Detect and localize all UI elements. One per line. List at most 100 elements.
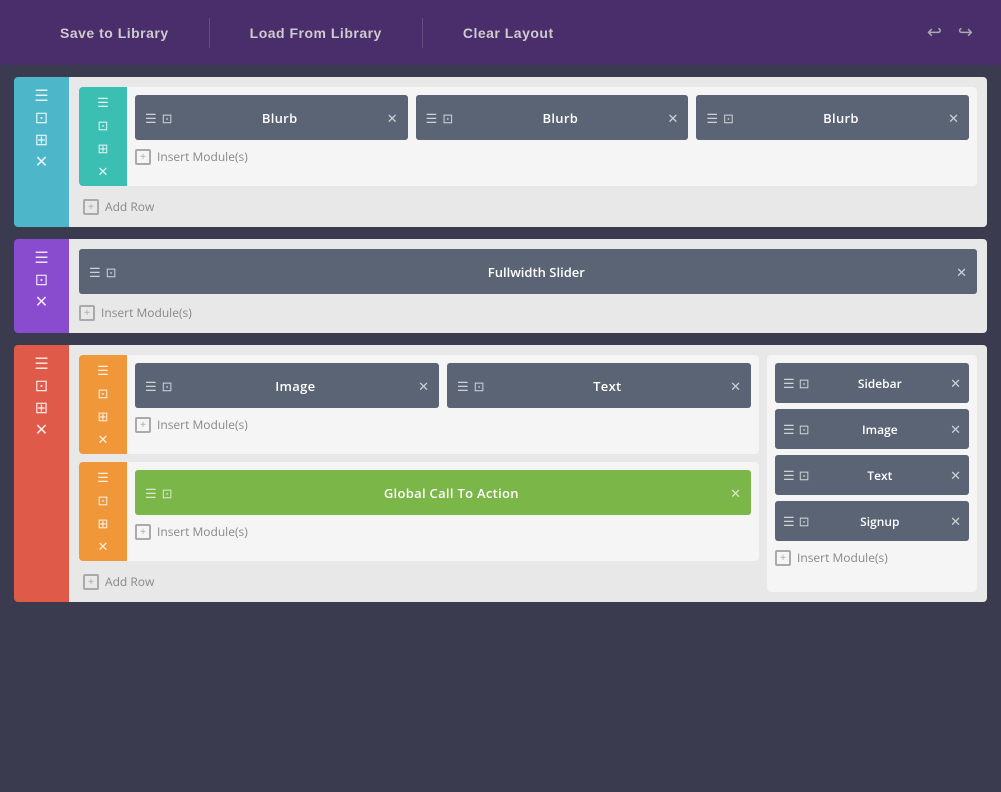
- section-3-left: ☰ ⊡ ⊞ ✕ ☰ ⊡: [79, 355, 759, 592]
- redo-button[interactable]: ↪: [950, 0, 981, 65]
- blurb-module-3[interactable]: ☰ ⊡ Blurb ✕: [696, 95, 969, 140]
- toolbar: Save to Library Load From Library Clear …: [0, 0, 1001, 65]
- blurb-2-layout-icon: ⊡: [442, 109, 453, 127]
- row-3b-layout-icon[interactable]: ⊡: [98, 491, 109, 509]
- undo-button[interactable]: ↩: [919, 0, 950, 65]
- signup-menu-icon: ☰: [783, 512, 795, 530]
- right-text-layout-icon: ⊡: [799, 466, 810, 484]
- row-1-menu-icon[interactable]: ☰: [97, 93, 109, 111]
- section-1-close-icon[interactable]: ✕: [35, 153, 48, 169]
- section-3-close-icon[interactable]: ✕: [35, 421, 48, 437]
- right-column-insert-module[interactable]: + Insert Module(s): [775, 547, 969, 568]
- text-module[interactable]: ☰ ⊡ Text ✕: [447, 363, 751, 408]
- right-image-menu-icon: ☰: [783, 420, 795, 438]
- signup-module-title: Signup: [816, 513, 945, 530]
- right-image-module-title: Image: [816, 421, 945, 438]
- section-1-menu-icon[interactable]: ☰: [34, 87, 48, 103]
- section-2-menu-icon[interactable]: ☰: [34, 249, 48, 265]
- row-3b-modules: ☰ ⊡ Global Call To Action ✕: [135, 470, 751, 515]
- row-3a-grid-icon[interactable]: ⊞: [98, 407, 109, 425]
- image-module-close[interactable]: ✕: [418, 377, 429, 395]
- row-1-layout-icon[interactable]: ⊡: [98, 116, 109, 134]
- section-1-add-row[interactable]: + Add Row: [79, 196, 977, 217]
- fullwidth-slider-close[interactable]: ✕: [956, 263, 967, 281]
- insert-module-2-label: Insert Module(s): [101, 304, 192, 321]
- signup-module-close[interactable]: ✕: [950, 512, 961, 530]
- row-1-body: ☰ ⊡ Blurb ✕ ☰ ⊡ Blurb ✕: [127, 87, 977, 186]
- section-2-close-icon[interactable]: ✕: [35, 293, 48, 309]
- row-3a-menu-icon[interactable]: ☰: [97, 361, 109, 379]
- row-3a-sidebar: ☰ ⊡ ⊞ ✕: [79, 355, 127, 454]
- section-3-menu-icon[interactable]: ☰: [34, 355, 48, 371]
- blurb-1-layout-icon: ⊡: [162, 109, 173, 127]
- row-3b-close-icon[interactable]: ✕: [98, 537, 109, 555]
- right-text-module[interactable]: ☰ ⊡ Text ✕: [775, 455, 969, 495]
- right-text-menu-icon: ☰: [783, 466, 795, 484]
- clear-layout-button[interactable]: Clear Layout: [423, 0, 594, 65]
- blurb-1-close[interactable]: ✕: [387, 109, 398, 127]
- text-menu-icon: ☰: [457, 377, 469, 395]
- right-text-module-title: Text: [816, 467, 945, 484]
- sidebar-layout-icon: ⊡: [799, 374, 810, 392]
- blurb-2-icons: ☰ ⊡: [426, 109, 454, 127]
- blurb-1-menu-icon: ☰: [145, 109, 157, 127]
- image-menu-icon: ☰: [145, 377, 157, 395]
- text-module-close[interactable]: ✕: [730, 377, 741, 395]
- row-1-close-icon[interactable]: ✕: [98, 162, 109, 180]
- blurb-3-icons: ☰ ⊡: [706, 109, 734, 127]
- section-1-sidebar-icons: ☰ ⊡ ⊞ ✕: [34, 87, 48, 169]
- row-3a-modules: ☰ ⊡ Image ✕ ☰ ⊡ T: [135, 363, 751, 408]
- load-from-library-button[interactable]: Load From Library: [210, 0, 422, 65]
- section-1-grid-icon[interactable]: ⊞: [35, 131, 48, 147]
- signup-module[interactable]: ☰ ⊡ Signup ✕: [775, 501, 969, 541]
- main-content: ☰ ⊡ ⊞ ✕ ☰ ⊡ ⊞ ✕: [0, 65, 1001, 614]
- cta-module-icons: ☰ ⊡: [145, 484, 173, 502]
- section-1-row-1: ☰ ⊡ ⊞ ✕ ☰ ⊡ Blurb ✕: [79, 87, 977, 186]
- text-layout-icon: ⊡: [474, 377, 485, 395]
- cta-module-close[interactable]: ✕: [730, 484, 741, 502]
- right-image-module-close[interactable]: ✕: [950, 420, 961, 438]
- signup-module-icons: ☰ ⊡: [783, 512, 810, 530]
- row-3a-body: ☰ ⊡ Image ✕ ☰ ⊡ T: [127, 355, 759, 454]
- blurb-module-2[interactable]: ☰ ⊡ Blurb ✕: [416, 95, 689, 140]
- save-to-library-button[interactable]: Save to Library: [20, 0, 209, 65]
- sidebar-module-close[interactable]: ✕: [950, 374, 961, 392]
- blurb-1-title: Blurb: [181, 109, 379, 127]
- row-3b-menu-icon[interactable]: ☰: [97, 468, 109, 486]
- row-3a-close-icon[interactable]: ✕: [98, 430, 109, 448]
- row-1-icons: ☰ ⊡ ⊞ ✕: [97, 93, 109, 180]
- row-3a-layout-icon[interactable]: ⊡: [98, 384, 109, 402]
- section-3-grid-icon[interactable]: ⊞: [35, 399, 48, 415]
- section-3-right-column: ☰ ⊡ Sidebar ✕ ☰ ⊡ Image ✕ ☰: [767, 355, 977, 592]
- section-2-insert-module[interactable]: + Insert Module(s): [79, 302, 977, 323]
- blurb-module-1[interactable]: ☰ ⊡ Blurb ✕: [135, 95, 408, 140]
- blurb-3-close[interactable]: ✕: [948, 109, 959, 127]
- fullwidth-slider-module[interactable]: ☰ ⊡ Fullwidth Slider ✕: [79, 249, 977, 294]
- insert-module-2-icon: +: [79, 305, 95, 321]
- blurb-2-close[interactable]: ✕: [667, 109, 678, 127]
- fullwidth-slider-icons: ☰ ⊡: [89, 263, 117, 281]
- row-3a-insert-module[interactable]: + Insert Module(s): [135, 414, 751, 435]
- image-module-icons: ☰ ⊡: [145, 377, 173, 395]
- section-1-layout-icon[interactable]: ⊡: [35, 109, 48, 125]
- image-layout-icon: ⊡: [162, 377, 173, 395]
- row-3b-grid-icon[interactable]: ⊞: [98, 514, 109, 532]
- cta-layout-icon: ⊡: [162, 484, 173, 502]
- section-3-layout-icon[interactable]: ⊡: [35, 377, 48, 393]
- blurb-1-icons: ☰ ⊡: [145, 109, 173, 127]
- text-module-icons: ☰ ⊡: [457, 377, 485, 395]
- fullwidth-slider-layout-icon: ⊡: [106, 263, 117, 281]
- row-1-grid-icon[interactable]: ⊞: [98, 139, 109, 157]
- section-2-layout-icon[interactable]: ⊡: [35, 271, 48, 287]
- row-3b-insert-module[interactable]: + Insert Module(s): [135, 521, 751, 542]
- right-image-module[interactable]: ☰ ⊡ Image ✕: [775, 409, 969, 449]
- row-3b-icons: ☰ ⊡ ⊞ ✕: [97, 468, 109, 555]
- section-3-add-row[interactable]: + Add Row: [79, 571, 759, 592]
- sidebar-module[interactable]: ☰ ⊡ Sidebar ✕: [775, 363, 969, 403]
- section-2-body: ☰ ⊡ Fullwidth Slider ✕ + Insert Module(s…: [69, 239, 987, 333]
- right-text-module-close[interactable]: ✕: [950, 466, 961, 484]
- row-1-insert-module[interactable]: + Insert Module(s): [135, 146, 969, 167]
- image-module[interactable]: ☰ ⊡ Image ✕: [135, 363, 439, 408]
- global-cta-module[interactable]: ☰ ⊡ Global Call To Action ✕: [135, 470, 751, 515]
- image-module-title: Image: [181, 377, 411, 395]
